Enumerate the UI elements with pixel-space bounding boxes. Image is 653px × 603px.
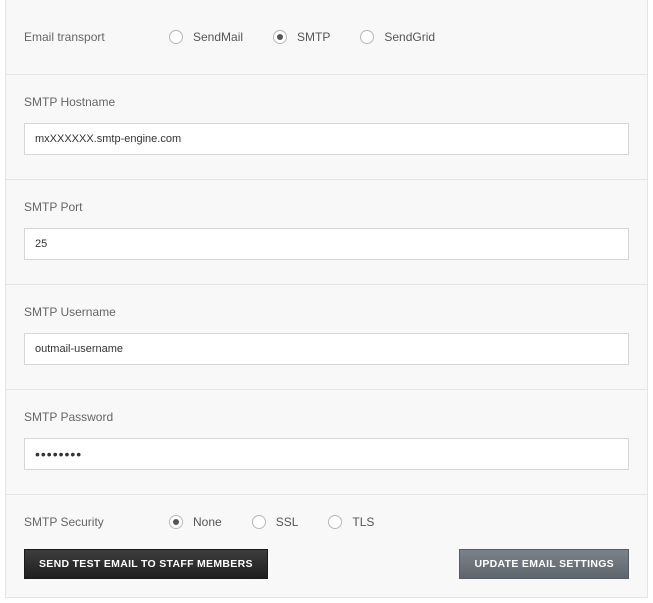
radio-option-sendmail[interactable]: SendMail (169, 30, 243, 44)
label-smtp-security: SMTP Security (24, 515, 169, 529)
radio-label: SendMail (193, 30, 243, 44)
radio-option-smtp[interactable]: SMTP (273, 30, 330, 44)
radio-option-tls[interactable]: TLS (328, 515, 374, 529)
update-email-settings-button[interactable]: UPDATE EMAIL SETTINGS (459, 549, 629, 579)
section-smtp-hostname: SMTP Hostname (6, 75, 647, 180)
label-smtp-hostname: SMTP Hostname (24, 95, 629, 109)
radio-icon (360, 30, 374, 44)
radio-label: SMTP (297, 30, 330, 44)
smtp-password-input[interactable]: •••••••• (24, 438, 629, 470)
radio-option-none[interactable]: None (169, 515, 222, 529)
send-test-email-button[interactable]: SEND TEST EMAIL TO STAFF MEMBERS (24, 549, 268, 579)
label-email-transport: Email transport (24, 30, 169, 44)
smtp-port-input[interactable] (24, 228, 629, 260)
radio-icon (328, 515, 342, 529)
radio-icon (169, 30, 183, 44)
section-email-transport: Email transport SendMail SMTP SendGrid (6, 0, 647, 75)
radio-label: SendGrid (384, 30, 435, 44)
section-smtp-password: SMTP Password •••••••• (6, 390, 647, 495)
section-smtp-username: SMTP Username (6, 285, 647, 390)
label-smtp-password: SMTP Password (24, 410, 629, 424)
email-settings-panel: Email transport SendMail SMTP SendGrid S… (5, 0, 648, 598)
radio-group-security: None SSL TLS (169, 515, 404, 529)
button-row: SEND TEST EMAIL TO STAFF MEMBERS UPDATE … (6, 541, 647, 597)
section-smtp-port: SMTP Port (6, 180, 647, 285)
radio-label: SSL (276, 515, 299, 529)
radio-icon (273, 30, 287, 44)
radio-label: None (193, 515, 222, 529)
smtp-hostname-input[interactable] (24, 123, 629, 155)
radio-option-ssl[interactable]: SSL (252, 515, 299, 529)
radio-icon (169, 515, 183, 529)
radio-option-sendgrid[interactable]: SendGrid (360, 30, 435, 44)
radio-group-transport: SendMail SMTP SendGrid (169, 30, 465, 44)
section-smtp-security: SMTP Security None SSL TLS (6, 495, 647, 541)
smtp-username-input[interactable] (24, 333, 629, 365)
label-smtp-username: SMTP Username (24, 305, 629, 319)
label-smtp-port: SMTP Port (24, 200, 629, 214)
radio-label: TLS (352, 515, 374, 529)
radio-icon (252, 515, 266, 529)
